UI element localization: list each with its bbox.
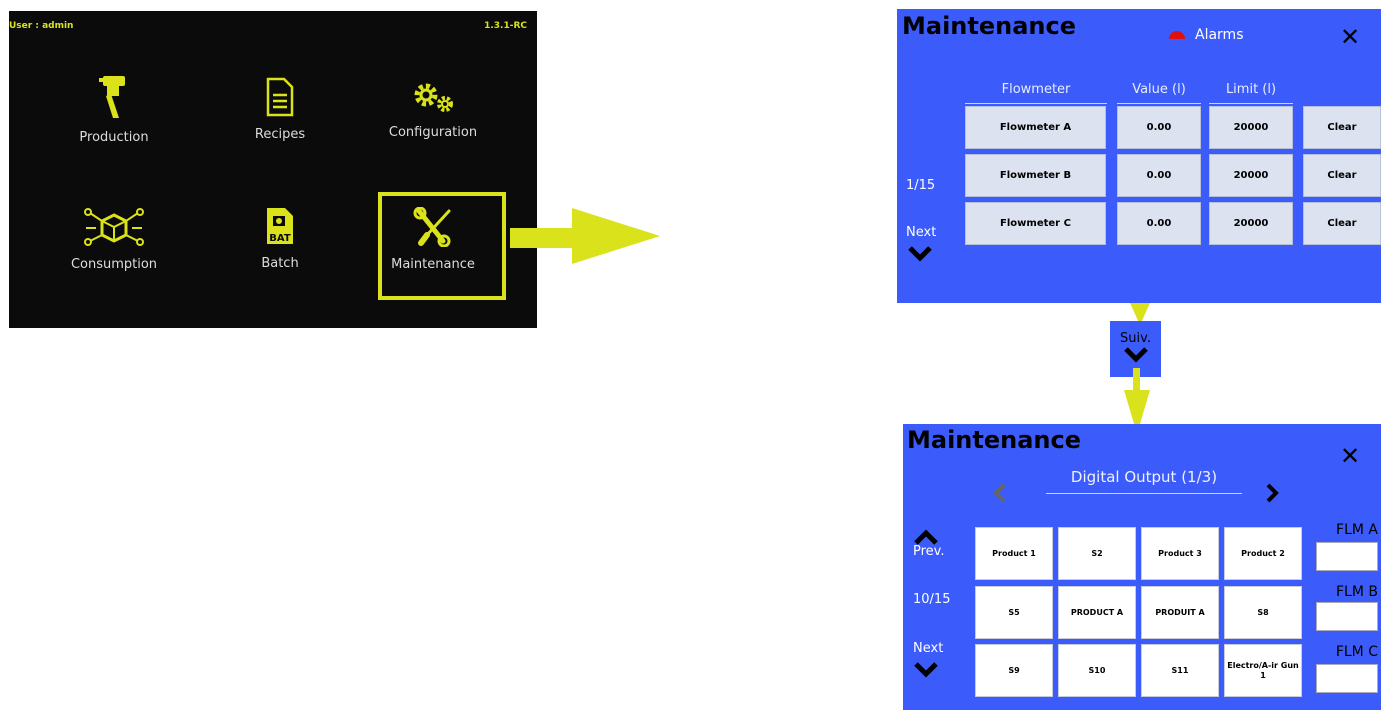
alarms-label: Alarms <box>1195 27 1244 43</box>
digital-output-screen: Maintenance ✕ Digital Output (1/3) Prev.… <box>903 424 1381 710</box>
chevron-left-icon[interactable] <box>993 482 1007 504</box>
bat-file-icon: BAT <box>267 208 293 244</box>
alarms-indicator[interactable]: Alarms <box>1169 27 1244 43</box>
output-cell[interactable]: Product 2 <box>1224 527 1302 580</box>
flm-c-field[interactable] <box>1316 664 1378 693</box>
flowmeter-a-value[interactable]: 0.00 <box>1117 106 1201 149</box>
chevron-down-icon[interactable] <box>913 661 939 679</box>
tile-consumption-label: Consumption <box>70 257 158 272</box>
maintenance-highlight <box>378 192 506 300</box>
flowmeter-c-value[interactable]: 0.00 <box>1117 202 1201 245</box>
digital-output-heading: Digital Output (1/3) <box>1046 468 1242 494</box>
col-header-value: Value (l) <box>1117 82 1201 104</box>
output-cell[interactable]: S8 <box>1224 586 1302 639</box>
flowmeter-c-clear-button[interactable]: Clear <box>1303 202 1381 245</box>
flm-a-field[interactable] <box>1316 542 1378 571</box>
close-icon[interactable]: ✕ <box>1340 442 1360 470</box>
page-indicator: 10/15 <box>913 592 951 607</box>
document-icon <box>266 77 294 117</box>
output-cell[interactable]: Product 3 <box>1141 527 1219 580</box>
output-cell[interactable]: S5 <box>975 586 1053 639</box>
chevron-down-icon <box>1123 347 1148 363</box>
flowmeter-c-button[interactable]: Flowmeter C <box>965 202 1106 245</box>
flowmeter-a-button[interactable]: Flowmeter A <box>965 106 1106 149</box>
tile-production[interactable]: Production <box>39 74 189 145</box>
tile-recipes-label: Recipes <box>254 127 306 142</box>
output-cell[interactable]: S11 <box>1141 644 1219 697</box>
tile-configuration[interactable]: Configuration <box>358 81 508 140</box>
tile-consumption[interactable]: Consumption <box>39 207 189 272</box>
version-label: 1.3.1-RC <box>484 21 527 31</box>
tile-configuration-label: Configuration <box>388 125 478 140</box>
output-cell[interactable]: S2 <box>1058 527 1136 580</box>
alarm-bell-icon <box>1169 31 1185 39</box>
next-label[interactable]: Next <box>906 225 936 240</box>
page-title: Maintenance <box>902 12 1077 40</box>
flm-b-field[interactable] <box>1316 602 1378 631</box>
flow-arrow-right <box>510 208 660 264</box>
flowmeter-c-limit[interactable]: 20000 <box>1209 202 1293 245</box>
next-label[interactable]: Next <box>913 641 943 656</box>
flowmeter-b-value[interactable]: 0.00 <box>1117 154 1201 197</box>
svg-text:BAT: BAT <box>269 233 291 244</box>
home-screen: User : admin 1.3.1-RC Production Recipes… <box>9 11 537 328</box>
output-cell[interactable]: Product 1 <box>975 527 1053 580</box>
tile-recipes[interactable]: Recipes <box>205 77 355 142</box>
output-cell[interactable]: PRODUIT A <box>1141 586 1219 639</box>
tile-production-label: Production <box>79 130 149 145</box>
flowmeter-a-limit[interactable]: 20000 <box>1209 106 1293 149</box>
flowmeter-b-limit[interactable]: 20000 <box>1209 154 1293 197</box>
flowmeter-screen: Maintenance Alarms ✕ Flowmeter Value (l)… <box>897 9 1381 303</box>
col-header-limit: Limit (l) <box>1209 82 1293 104</box>
chevron-right-icon[interactable] <box>1265 482 1279 504</box>
flm-a-label: FLM A <box>1336 522 1378 538</box>
flowmeter-b-button[interactable]: Flowmeter B <box>965 154 1106 197</box>
page-title: Maintenance <box>907 426 1082 454</box>
network-cube-icon <box>84 208 144 246</box>
output-cell[interactable]: Electro/A-ir Gun 1 <box>1224 644 1302 697</box>
prev-label[interactable]: Prev. <box>913 544 944 559</box>
tile-batch[interactable]: BAT Batch <box>205 206 355 271</box>
flm-b-label: FLM B <box>1336 584 1378 600</box>
close-icon[interactable]: ✕ <box>1340 23 1360 51</box>
chevron-down-icon[interactable] <box>907 245 933 263</box>
flowmeter-a-clear-button[interactable]: Clear <box>1303 106 1381 149</box>
spray-gun-icon <box>99 76 125 118</box>
tile-batch-label: Batch <box>261 256 299 271</box>
output-cell[interactable]: S10 <box>1058 644 1136 697</box>
col-header-flowmeter: Flowmeter <box>965 82 1107 104</box>
flm-c-label: FLM C <box>1335 644 1378 660</box>
output-cell[interactable]: PRODUCT A <box>1058 586 1136 639</box>
suiv-label: Suiv. <box>1120 331 1151 346</box>
flowmeter-b-clear-button[interactable]: Clear <box>1303 154 1381 197</box>
page-indicator: 1/15 <box>906 178 936 193</box>
gears-icon <box>414 83 453 112</box>
user-label: User : admin <box>9 21 74 31</box>
output-cell[interactable]: S9 <box>975 644 1053 697</box>
